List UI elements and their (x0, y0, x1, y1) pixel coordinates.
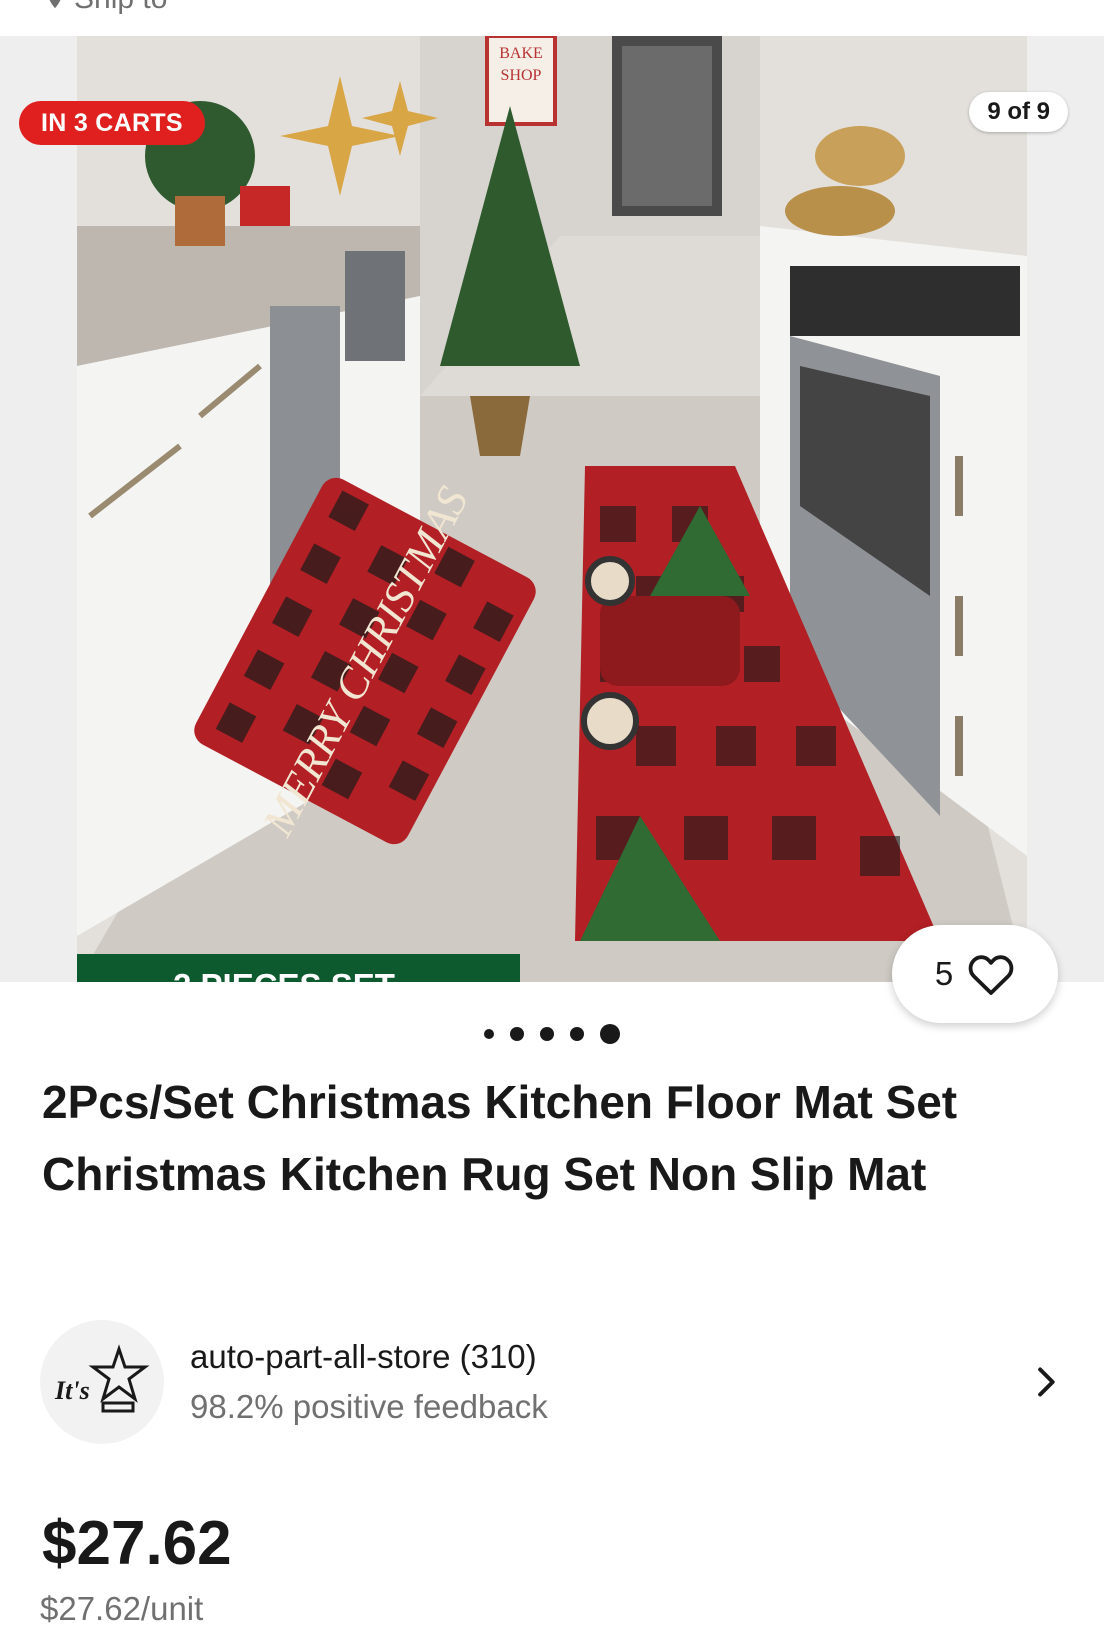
ship-to-label: Ship to (74, 0, 167, 16)
unit-price: $27.62/unit (40, 1590, 204, 1627)
watch-count: 5 (934, 955, 954, 992)
seller-logo-text: It's (54, 1376, 90, 1405)
seller-logo: It's (54, 1344, 150, 1413)
seller-name: auto-part-all-store (310) (190, 1338, 537, 1375)
listing-title: 2Pcs/Set Christmas Kitchen Floor Mat Set… (42, 1076, 958, 1200)
product-photo: BAKE SHOP MERRY CHRISTMAS (0, 36, 1104, 982)
in-carts-badge: IN 3 CARTS (19, 101, 205, 145)
seller-row[interactable]: It's auto-part-all-store (310) 98.2% pos… (40, 1320, 1070, 1444)
carousel-dot[interactable] (484, 1029, 494, 1039)
carousel-dot[interactable] (540, 1027, 554, 1041)
location-pin-icon (49, 0, 61, 9)
seller-feedback: 98.2% positive feedback (190, 1388, 548, 1425)
set-banner: 2 PIECES SET (77, 954, 520, 982)
ship-to[interactable]: Ship to (44, 0, 167, 16)
carousel-dot-active[interactable] (600, 1024, 620, 1044)
carousel-dot[interactable] (570, 1027, 584, 1041)
carousel-dot[interactable] (510, 1027, 524, 1041)
product-image-gallery[interactable]: BAKE SHOP MERRY CHRISTMAS IN 3 CARTS 9 o… (0, 36, 1104, 982)
svg-text:SHOP: SHOP (501, 67, 542, 84)
price: $27.62 (42, 1509, 232, 1578)
carousel-dots (0, 1024, 1104, 1044)
chevron-right-icon (1038, 1367, 1055, 1397)
svg-text:BAKE: BAKE (499, 45, 543, 62)
image-counter: 9 of 9 (969, 92, 1068, 132)
heart-icon (968, 955, 1014, 995)
seller-avatar: It's (40, 1320, 164, 1444)
watch-button[interactable]: 5 (892, 925, 1058, 1023)
